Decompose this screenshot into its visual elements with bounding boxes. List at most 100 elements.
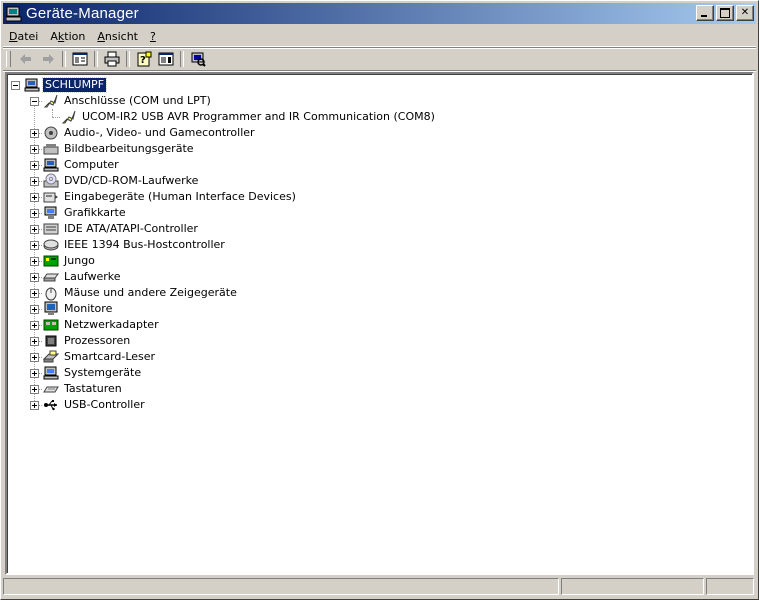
expand-button[interactable] xyxy=(30,145,39,154)
console-tree-button[interactable] xyxy=(69,49,91,69)
expand-button[interactable] xyxy=(30,305,39,314)
tree-item-label: Netzwerkadapter xyxy=(64,318,159,331)
svg-text:?: ? xyxy=(140,55,146,66)
print-button[interactable] xyxy=(101,49,123,69)
tree-item-category[interactable]: USB-Controller xyxy=(43,397,147,413)
forward-arrow-icon xyxy=(43,54,54,64)
collapse-button[interactable] xyxy=(30,97,39,106)
tree-item-category[interactable]: Mäuse und andere Zeigegeräte xyxy=(43,285,239,301)
system-device-icon xyxy=(43,366,59,380)
expand-button[interactable] xyxy=(30,385,39,394)
expand-button[interactable] xyxy=(30,257,39,266)
tree-item-category[interactable]: Smartcard-Leser xyxy=(43,349,157,365)
tree-item-category[interactable]: Grafikkarte xyxy=(43,205,128,221)
menu-aktion-label: Aktion xyxy=(50,29,86,43)
menu-help-label: ? xyxy=(149,29,156,43)
tree-item-category[interactable]: Eingabegeräte (Human Interface Devices) xyxy=(43,189,298,205)
expand-button[interactable] xyxy=(30,177,39,186)
tree-item-category[interactable]: DVD/CD-ROM-Laufwerke xyxy=(43,173,200,189)
hid-icon xyxy=(43,192,58,203)
tree-item-label: IDE ATA/ATAPI-Controller xyxy=(64,222,198,235)
tree-item-device[interactable]: UCOM-IR2 USB AVR Programmer and IR Commu… xyxy=(61,109,437,125)
expand-button[interactable] xyxy=(30,193,39,202)
tree-item-category[interactable]: Laufwerke xyxy=(43,269,123,285)
tree-item-label: IEEE 1394 Bus-Hostcontroller xyxy=(64,238,225,251)
scan-hardware-button[interactable] xyxy=(187,49,209,69)
menu-datei-label: Datei xyxy=(9,29,39,43)
tree-item-category[interactable]: Netzwerkadapter xyxy=(43,317,161,333)
help-button[interactable] xyxy=(155,49,177,69)
tree-item-category[interactable]: Jungo xyxy=(43,253,97,269)
print-icon xyxy=(104,51,120,67)
title-bar[interactable]: Geräte-Manager ✕ xyxy=(3,3,756,24)
minimize-button[interactable] xyxy=(696,5,714,21)
back-arrow-icon xyxy=(20,54,31,64)
monitor-icon xyxy=(44,301,58,315)
expand-button[interactable] xyxy=(30,321,39,330)
port-icon xyxy=(43,94,58,108)
collapse-button[interactable] xyxy=(11,81,20,90)
expand-button[interactable] xyxy=(30,289,39,298)
menu-datei[interactable]: Datei xyxy=(3,30,44,43)
tree-item-category[interactable]: Systemgeräte xyxy=(43,365,143,381)
cdrom-icon xyxy=(43,173,59,188)
keyboard-icon xyxy=(43,386,59,393)
forward-button[interactable] xyxy=(37,49,59,69)
toolbar-separator xyxy=(126,51,130,67)
tree-item-category[interactable]: IDE ATA/ATAPI-Controller xyxy=(43,221,200,237)
menu-aktion[interactable]: Aktion xyxy=(44,30,91,43)
tree-item-label: DVD/CD-ROM-Laufwerke xyxy=(64,174,199,187)
expand-button[interactable] xyxy=(30,161,39,170)
network-adapter-icon xyxy=(43,319,59,331)
help-icon xyxy=(158,52,174,66)
processor-icon xyxy=(45,335,57,347)
mouse-icon xyxy=(45,287,57,301)
computer-icon xyxy=(24,78,40,92)
expand-button[interactable] xyxy=(30,401,39,410)
usb-icon xyxy=(44,400,57,411)
tree-item-category[interactable]: IEEE 1394 Bus-Hostcontroller xyxy=(43,237,227,253)
menu-ansicht[interactable]: Ansicht xyxy=(91,30,144,43)
properties-button[interactable]: ? xyxy=(133,49,155,69)
tree-item-category[interactable]: Monitore xyxy=(43,301,114,317)
jungo-icon xyxy=(43,255,59,267)
expand-button[interactable] xyxy=(30,369,39,378)
expand-button[interactable] xyxy=(30,225,39,234)
menu-bar: Datei Aktion Ansicht ? xyxy=(3,26,756,47)
back-button[interactable] xyxy=(15,49,37,69)
toolbar-separator xyxy=(94,51,98,67)
menu-help[interactable]: ? xyxy=(144,30,162,43)
tree-item-label: Bildbearbeitungsgeräte xyxy=(64,142,194,155)
close-button[interactable]: ✕ xyxy=(736,5,754,21)
properties-icon: ? xyxy=(137,51,152,67)
tree-item-category[interactable]: Prozessoren xyxy=(43,333,132,349)
port-icon xyxy=(61,110,76,124)
device-tree-pane[interactable]: SCHLUMPF Anschlüsse (COM und LPT) UCOM-IR2… xyxy=(5,72,754,575)
expand-button[interactable] xyxy=(30,241,39,250)
tree-item-label: Mäuse und andere Zeigegeräte xyxy=(64,286,237,299)
expand-button[interactable] xyxy=(30,337,39,346)
tree-item-category[interactable]: Audio-, Video- und Gamecontroller xyxy=(43,125,257,141)
device-manager-window: Geräte-Manager ✕ Datei Aktion Ansicht ? xyxy=(0,0,759,600)
expand-button[interactable] xyxy=(30,273,39,282)
smartcard-reader-icon xyxy=(43,350,59,363)
tree-item-ports[interactable]: Anschlüsse (COM und LPT) xyxy=(43,93,213,109)
audio-icon xyxy=(44,126,58,140)
maximize-button[interactable] xyxy=(716,5,734,21)
status-pane-main xyxy=(3,578,559,595)
ieee1394-icon xyxy=(43,239,59,251)
tree-item-category[interactable]: Tastaturen xyxy=(43,381,124,397)
toolbar-grip[interactable] xyxy=(6,51,11,67)
status-bar xyxy=(3,578,756,597)
expand-button[interactable] xyxy=(30,209,39,218)
computer-icon xyxy=(43,158,59,172)
tree-root[interactable]: SCHLUMPF xyxy=(24,77,108,93)
display-adapter-icon xyxy=(44,206,57,219)
tree-item-label: Eingabegeräte (Human Interface Devices) xyxy=(64,190,296,203)
expand-button[interactable] xyxy=(30,129,39,138)
expand-button[interactable] xyxy=(30,353,39,362)
tree-item-label: SCHLUMPF xyxy=(41,77,108,93)
tree-item-category[interactable]: Computer xyxy=(43,157,121,173)
window-title: Geräte-Manager xyxy=(26,5,139,22)
tree-item-category[interactable]: Bildbearbeitungsgeräte xyxy=(43,141,196,157)
